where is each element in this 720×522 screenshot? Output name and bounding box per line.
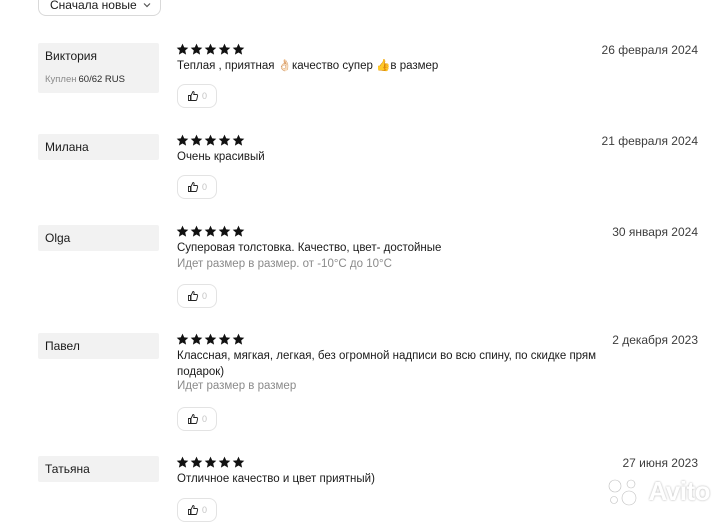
avito-watermark: Avito (606, 476, 710, 507)
author-name: Милана (45, 140, 89, 154)
star-rating (176, 456, 245, 469)
thumbs-up-icon (188, 291, 199, 301)
review-date: 27 июня 2023 (622, 456, 698, 470)
star-icon (190, 456, 203, 468)
star-icon (204, 456, 217, 468)
star-icon (204, 134, 217, 146)
author-card: Милана (38, 134, 159, 160)
star-rating (176, 225, 245, 238)
star-icon (218, 225, 231, 237)
like-button[interactable]: 0 (177, 284, 217, 308)
star-icon (176, 456, 189, 468)
purchase-label: Куплен (45, 74, 77, 85)
like-button[interactable]: 0 (177, 407, 217, 431)
like-button[interactable]: 0 (177, 84, 217, 108)
star-icon (190, 43, 203, 55)
review-text: Отличное качество и цвет приятный) (177, 473, 375, 485)
star-icon (218, 134, 231, 146)
like-count: 0 (201, 414, 207, 424)
star-icon (176, 134, 189, 146)
star-icon (232, 225, 245, 237)
star-icon (204, 333, 217, 345)
like-count: 0 (201, 505, 207, 515)
author-name: Татьяна (45, 462, 90, 476)
like-count: 0 (201, 91, 207, 101)
star-icon (218, 333, 231, 345)
review-date: 30 января 2024 (612, 225, 698, 239)
author-name: Olga (45, 231, 71, 245)
thumbs-up-icon (188, 414, 199, 424)
review-text: Классная, мягкая, легкая, без огромной н… (177, 350, 597, 378)
author-card: Татьяна (38, 456, 159, 482)
star-icon (176, 225, 189, 237)
thumbs-up-icon (188, 91, 199, 101)
review-date: 26 февраля 2024 (601, 43, 698, 57)
star-icon (190, 134, 203, 146)
star-icon (218, 43, 231, 55)
size-note: Идет размер в размер (177, 380, 297, 392)
author-name: Виктория (45, 49, 98, 63)
purchase-info: Куплен 60/62 RUS (45, 74, 125, 85)
author-card: Павел (38, 333, 159, 359)
star-icon (190, 333, 203, 345)
star-icon (176, 333, 189, 345)
star-icon (232, 134, 245, 146)
review-text: Очень красивый (177, 151, 265, 163)
watermark-text: Avito (648, 476, 710, 506)
like-count: 0 (201, 182, 207, 192)
author-card: Виктория Куплен 60/62 RUS (38, 43, 159, 93)
author-name: Павел (45, 339, 80, 353)
star-icon (176, 43, 189, 55)
review-text: Теплая , приятная 👌🏻качество супер 👍в ра… (177, 60, 439, 72)
star-icon (204, 43, 217, 55)
thumbs-up-icon (188, 505, 199, 515)
star-icon (232, 43, 245, 55)
star-rating (176, 333, 245, 346)
star-rating (176, 43, 245, 56)
chevron-down-icon (143, 2, 151, 7)
like-button[interactable]: 0 (177, 498, 217, 522)
review-text: Суперовая толстовка. Качество, цвет- дос… (177, 242, 442, 254)
review-date: 2 декабря 2023 (612, 333, 698, 347)
avito-logo-icon (609, 479, 637, 505)
size-note: Идет размер в размер. от -10°С до 10°С (177, 258, 392, 270)
author-card: Olga (38, 225, 159, 251)
sort-dropdown[interactable]: Сначала новые (38, 0, 161, 16)
like-count: 0 (201, 291, 207, 301)
star-icon (232, 333, 245, 345)
star-icon (204, 225, 217, 237)
star-icon (190, 225, 203, 237)
star-rating (176, 134, 245, 147)
like-button[interactable]: 0 (177, 175, 217, 199)
review-date: 21 февраля 2024 (601, 134, 698, 148)
purchase-size: 60/62 RUS (78, 74, 125, 85)
star-icon (218, 456, 231, 468)
sort-label: Сначала новые (50, 0, 137, 12)
thumbs-up-icon (188, 182, 199, 192)
star-icon (232, 456, 245, 468)
